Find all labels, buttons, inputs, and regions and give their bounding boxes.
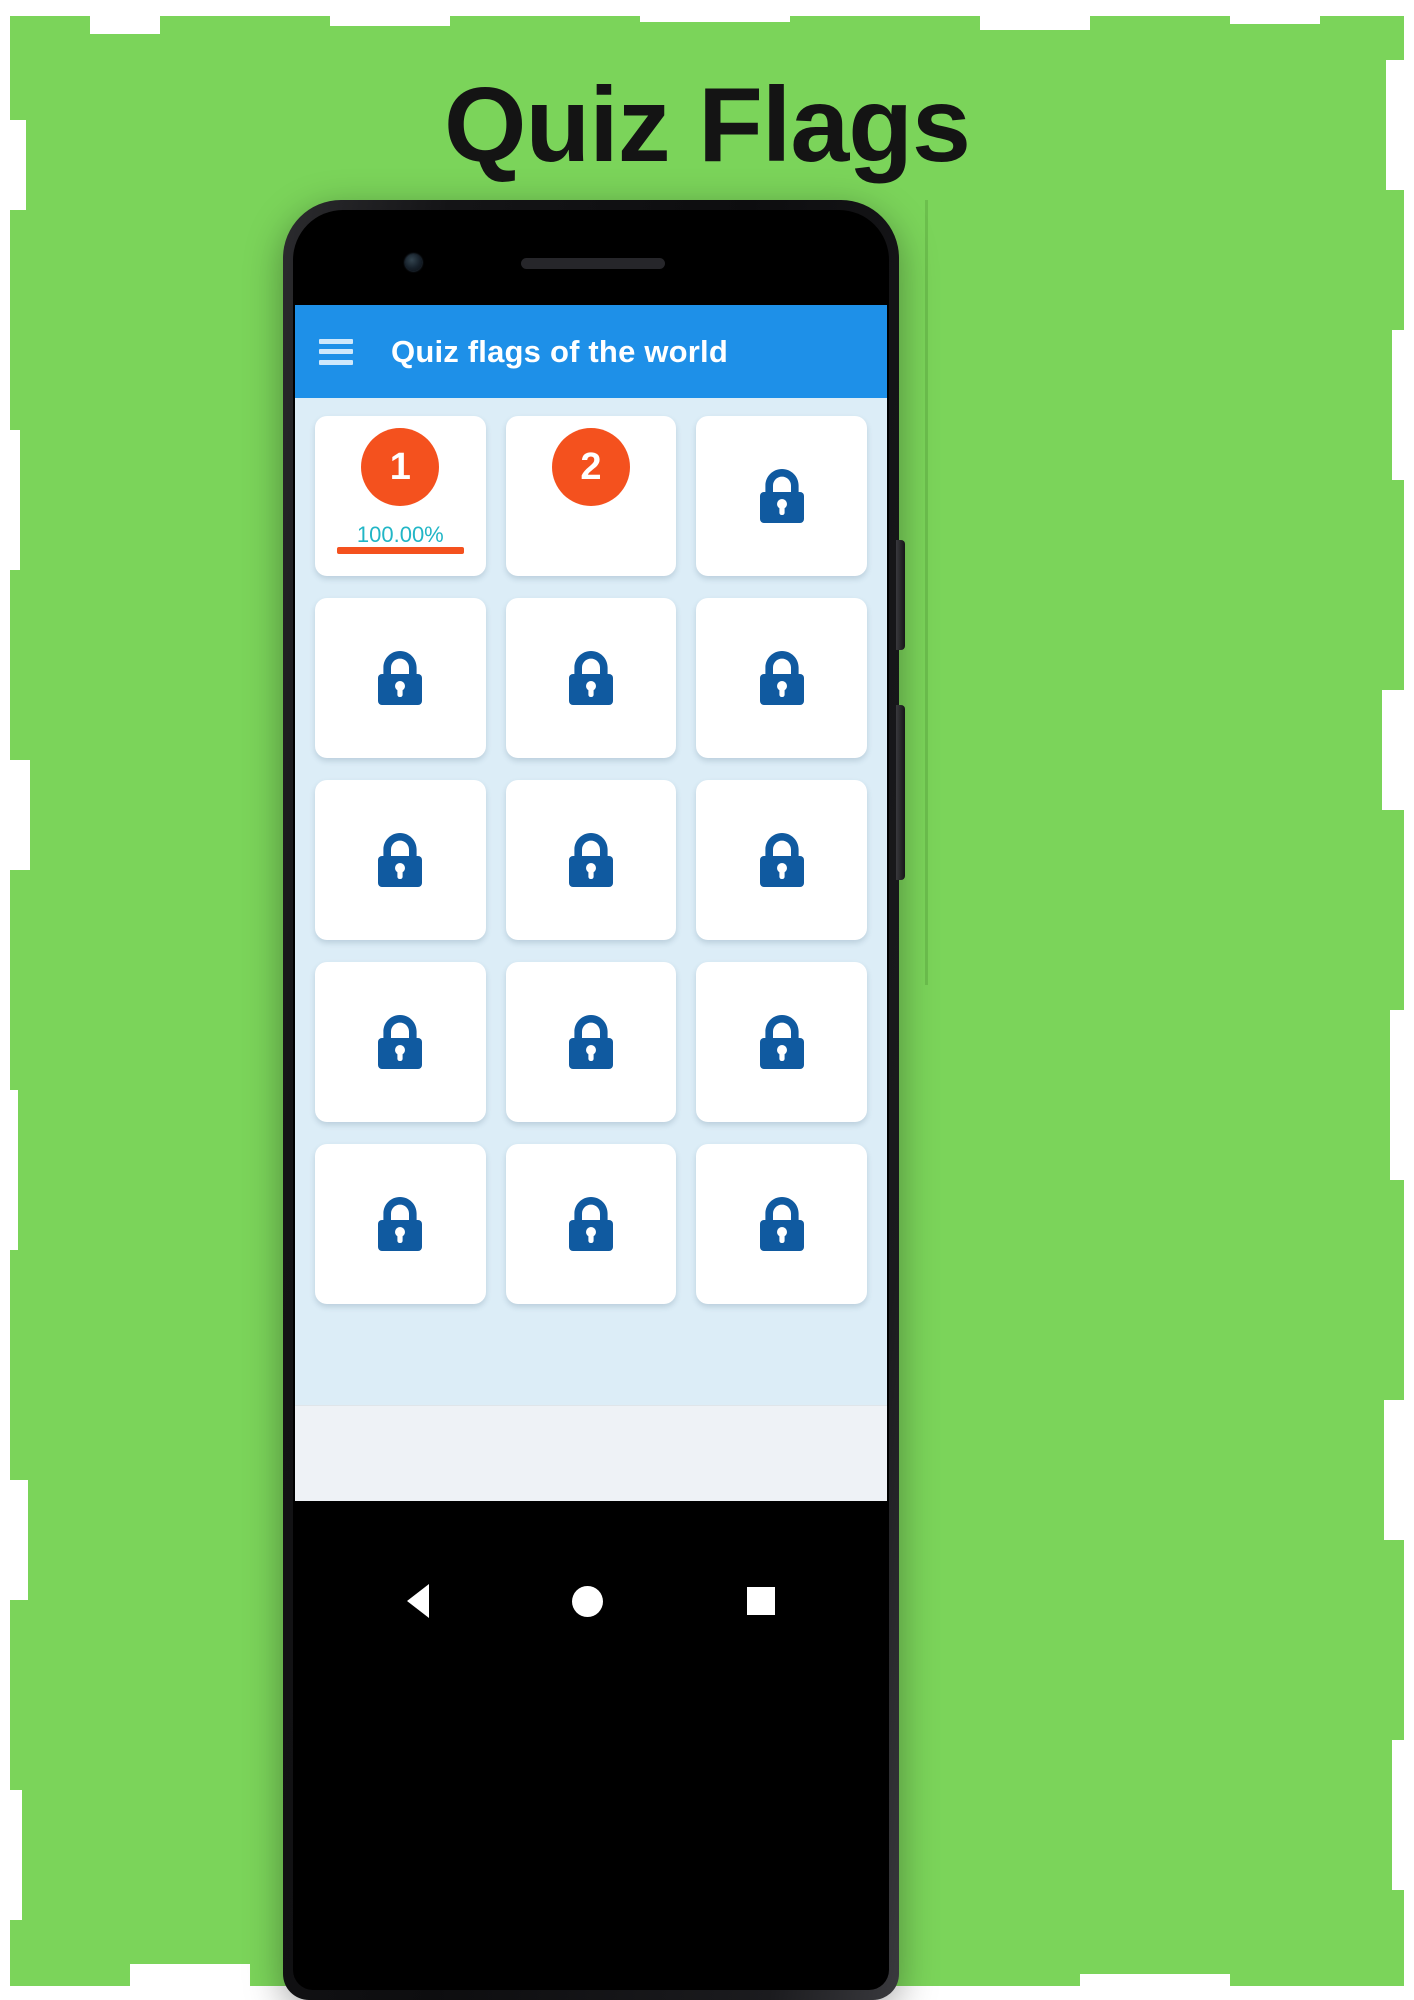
level-grid: 1 100.00% 2	[295, 398, 887, 1304]
level-card[interactable]	[505, 1144, 677, 1304]
torn-edge-notch	[90, 0, 160, 34]
torn-edge-notch	[1080, 1974, 1230, 2000]
level-card[interactable]	[315, 598, 486, 758]
torn-edge-notch	[1392, 1740, 1414, 1890]
torn-edge-left	[0, 0, 10, 2000]
app-screen: Quiz flags of the world 1 100.00% 2	[295, 305, 887, 1501]
torn-edge-notch	[1230, 0, 1320, 24]
lock-icon	[696, 416, 867, 576]
lock-icon	[315, 1144, 486, 1304]
level-card[interactable]	[315, 962, 486, 1122]
lock-icon	[696, 780, 867, 940]
torn-edge-notch	[130, 1964, 250, 2000]
level-card[interactable]	[505, 598, 677, 758]
torn-edge-notch	[0, 1790, 22, 1920]
triangle-back-icon[interactable]	[406, 1584, 429, 1618]
torn-edge-notch	[330, 0, 450, 26]
lock-icon	[315, 780, 486, 940]
lock-icon	[506, 1144, 677, 1304]
level-card[interactable]	[315, 1144, 486, 1304]
lock-icon	[506, 598, 677, 758]
level-progress-fill	[337, 547, 464, 554]
torn-edge-notch	[1392, 330, 1414, 480]
level-card[interactable]	[696, 962, 867, 1122]
lock-icon	[696, 962, 867, 1122]
level-card[interactable]	[696, 1144, 867, 1304]
torn-edge-notch	[0, 1090, 18, 1250]
phone-mockup: Quiz flags of the world 1 100.00% 2	[283, 200, 905, 2000]
torn-edge-notch	[1382, 690, 1414, 810]
android-navigation-bar	[295, 1501, 887, 1701]
level-card[interactable]	[696, 416, 867, 576]
torn-edge-notch	[0, 1480, 28, 1600]
level-percent-label: 100.00%	[356, 522, 444, 547]
level-progress-bar	[337, 547, 464, 554]
level-card[interactable]	[315, 780, 486, 940]
lock-icon	[315, 598, 486, 758]
decorative-seam-line	[925, 200, 928, 985]
camera-icon	[405, 254, 422, 271]
lock-icon	[696, 1144, 867, 1304]
volume-button[interactable]	[896, 705, 905, 880]
level-card[interactable]	[696, 780, 867, 940]
screen-bottom-strip	[295, 1405, 887, 1501]
torn-edge-notch	[1384, 1400, 1414, 1540]
phone-display: Quiz flags of the world 1 100.00% 2	[293, 210, 889, 1990]
level-card[interactable]	[505, 962, 677, 1122]
app-bar-title: Quiz flags of the world	[391, 333, 728, 369]
torn-edge-notch	[640, 0, 790, 22]
level-card[interactable]: 1 100.00%	[315, 416, 486, 576]
speaker-grille-icon	[521, 258, 665, 269]
torn-edge-notch	[0, 760, 30, 870]
square-recents-icon[interactable]	[747, 1587, 776, 1615]
lock-icon	[696, 598, 867, 758]
lock-icon	[506, 780, 677, 940]
lock-icon	[315, 962, 486, 1122]
power-button[interactable]	[896, 540, 905, 650]
level-card[interactable]	[696, 598, 867, 758]
torn-edge-notch	[0, 430, 20, 570]
circle-home-icon[interactable]	[572, 1585, 604, 1617]
hamburger-menu-icon[interactable]	[319, 338, 353, 365]
level-number-badge: 2	[551, 428, 630, 506]
app-bar: Quiz flags of the world	[295, 305, 887, 398]
torn-edge-notch	[1390, 1010, 1414, 1180]
page-title: Quiz Flags	[444, 66, 971, 184]
torn-edge-notch	[980, 0, 1090, 30]
level-card[interactable]	[505, 780, 677, 940]
level-card[interactable]: 2	[505, 416, 677, 576]
torn-edge-right	[1404, 0, 1414, 2000]
level-number-badge: 1	[361, 428, 440, 506]
lock-icon	[506, 962, 677, 1122]
